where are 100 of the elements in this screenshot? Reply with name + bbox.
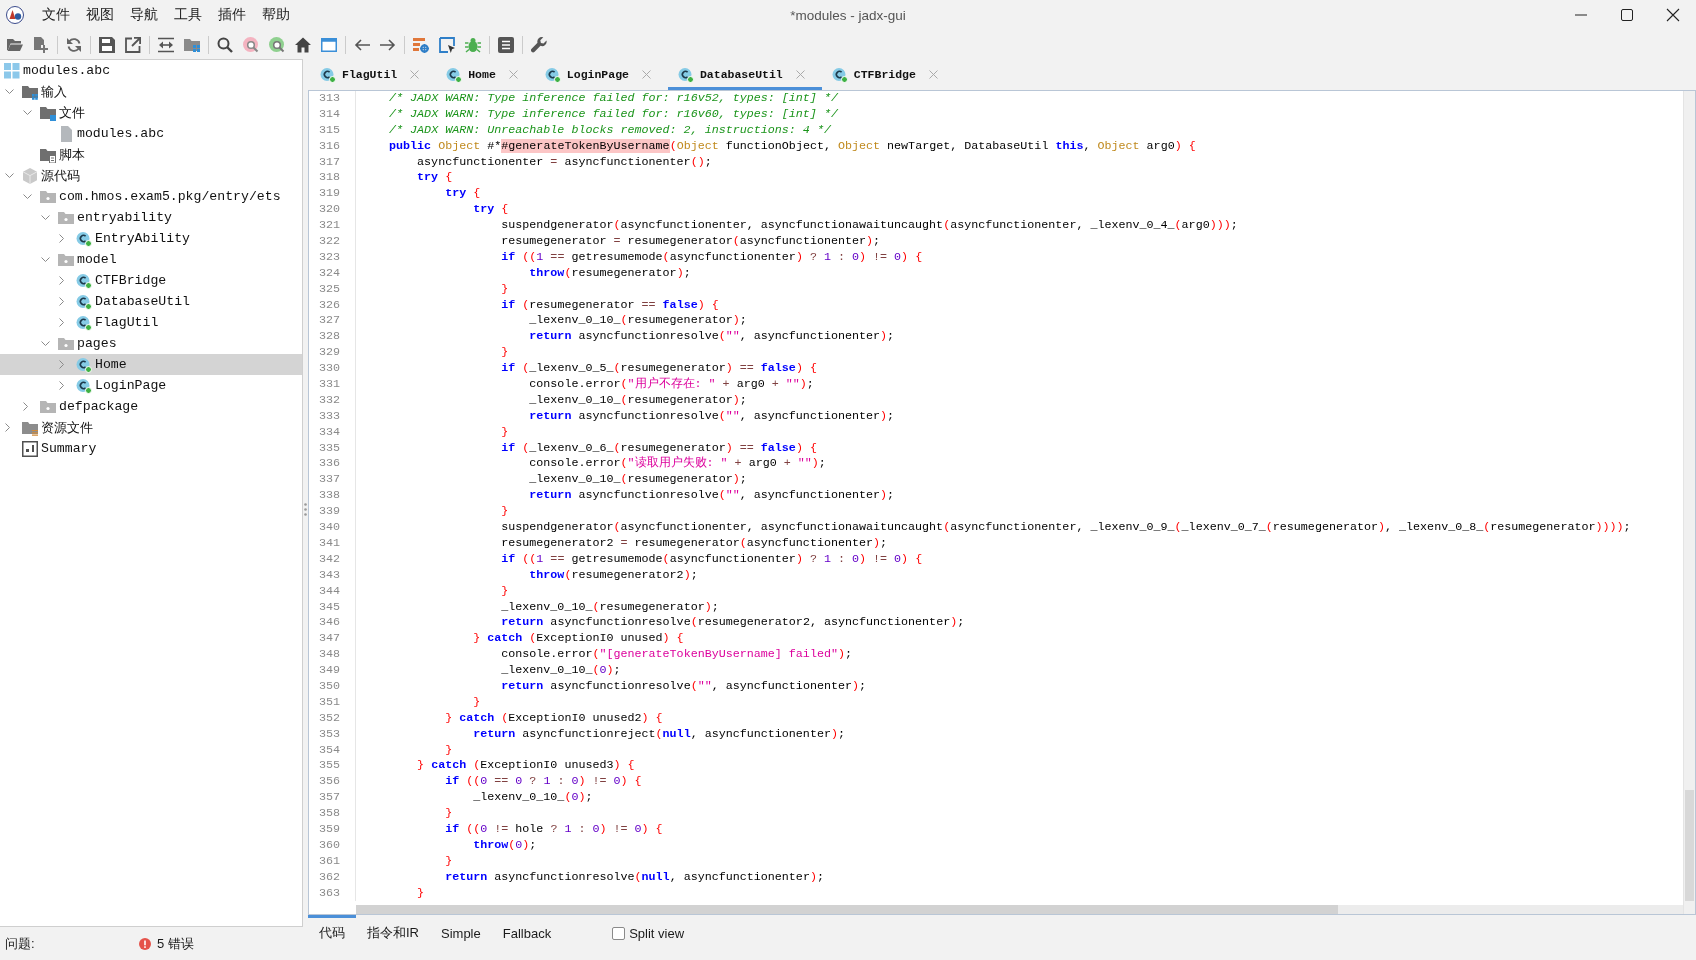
scrollbar-thumb[interactable]: [356, 905, 1338, 914]
view-tab[interactable]: Simple: [430, 915, 492, 951]
search-icon[interactable]: [217, 36, 233, 53]
tree-item[interactable]: modules.abc: [0, 60, 302, 81]
checkbox-label[interactable]: Split view: [629, 925, 685, 941]
arrow-left-icon[interactable]: [354, 36, 370, 53]
editor-tab[interactable]: DatabaseUtil: [667, 59, 822, 90]
line-number: 339: [318, 504, 340, 519]
wrench-icon[interactable]: [531, 36, 547, 53]
chevron-right-icon[interactable]: [59, 360, 64, 369]
vertical-scrollbar[interactable]: [1683, 91, 1695, 914]
chevron-right-icon[interactable]: [5, 423, 10, 432]
chevron-down-icon[interactable]: [41, 257, 50, 262]
code-line: return asyncfunctionresolve("", asyncfunctionenter);: [529, 329, 895, 346]
menu-item[interactable]: 插件: [210, 3, 254, 27]
line-number: 323: [318, 249, 340, 264]
editor-tab[interactable]: CTFBridge: [821, 59, 955, 90]
error-count[interactable]: 5 错误: [157, 934, 194, 953]
menu-item[interactable]: 帮助: [254, 3, 298, 27]
export-icon[interactable]: [125, 36, 141, 53]
tree-item[interactable]: CTFBridge: [0, 270, 302, 291]
folder-grid-icon[interactable]: [184, 36, 200, 53]
code-line: } catch (ExceptionI0 unused) {: [473, 631, 684, 648]
grip-icon[interactable]: [304, 503, 307, 516]
chevron-right-icon[interactable]: [23, 402, 28, 411]
tree-item[interactable]: defpackage: [0, 396, 302, 417]
window-icon[interactable]: [321, 36, 337, 53]
tree-item[interactable]: Summary: [0, 438, 302, 459]
scrollbar-thumb[interactable]: [1685, 790, 1694, 901]
folder-icon: [40, 188, 56, 205]
line-number: 329: [318, 345, 340, 360]
tree-item[interactable]: entryability: [0, 207, 302, 228]
chevron-down-icon[interactable]: [5, 173, 14, 178]
horizontal-scrollbar[interactable]: [356, 905, 1683, 914]
menu-item[interactable]: 文件: [34, 3, 78, 27]
menu-item[interactable]: 导航: [122, 3, 166, 27]
line-number: 324: [318, 265, 340, 280]
chevron-down-icon[interactable]: [23, 194, 32, 199]
gear-icon[interactable]: [413, 36, 429, 53]
tree-item[interactable]: EntryAbility: [0, 228, 302, 249]
folder-icon[interactable]: [7, 36, 23, 53]
chevron-down-icon[interactable]: [41, 215, 50, 220]
c-circle-icon: [76, 293, 92, 310]
line-number: 346: [318, 615, 340, 630]
editor-tab[interactable]: Home: [436, 59, 535, 90]
chevron-right-icon[interactable]: [59, 276, 64, 285]
view-tab[interactable]: Fallback: [491, 915, 563, 951]
width-arrows-icon[interactable]: [158, 36, 174, 53]
close-icon[interactable]: [1665, 7, 1681, 23]
code-line: }: [417, 885, 425, 902]
tree-item[interactable]: LoginPage: [0, 375, 302, 396]
cursor-frame-icon[interactable]: [439, 36, 455, 53]
editor-tab[interactable]: FlagUtil: [310, 59, 437, 90]
chevron-right-icon[interactable]: [59, 234, 64, 243]
tree-item[interactable]: modules.abc: [0, 123, 302, 144]
code-line: resumegenerator2 = resumegenerator(asyncfunctionenter);: [501, 535, 888, 552]
chevron-right-icon[interactable]: [59, 381, 64, 390]
line-number: 320: [318, 202, 340, 217]
save-icon[interactable]: [99, 36, 115, 53]
line-number: 314: [318, 106, 340, 121]
code-line: } catch (ExceptionI0 unused3) {: [417, 758, 635, 775]
error-icon: [139, 937, 151, 950]
tree-item[interactable]: DatabaseUtil: [0, 291, 302, 312]
menu-item[interactable]: 视图: [78, 3, 122, 27]
list-icon[interactable]: [498, 36, 514, 53]
checkbox[interactable]: [612, 926, 626, 940]
view-tab[interactable]: 代码: [308, 915, 356, 951]
tree-item[interactable]: 输入: [0, 81, 302, 102]
code-line: return asyncfunctionresolve(null, asyncfunctionenter);: [445, 869, 824, 886]
tree-item[interactable]: 资源文件: [0, 417, 302, 438]
circle-search-icon[interactable]: [243, 36, 259, 53]
maximize-icon[interactable]: [1619, 7, 1635, 23]
refresh-icon[interactable]: [66, 36, 82, 53]
home-icon[interactable]: [295, 36, 311, 53]
tree-item[interactable]: 源代码: [0, 165, 302, 186]
tree-item[interactable]: 脚本: [0, 144, 302, 165]
chevron-down-icon[interactable]: [23, 110, 32, 115]
chevron-right-icon[interactable]: [59, 318, 64, 327]
menu-item[interactable]: 工具: [166, 3, 210, 27]
chevron-down-icon[interactable]: [5, 89, 14, 94]
tree-item[interactable]: 文件: [0, 102, 302, 123]
tree-item[interactable]: model: [0, 249, 302, 270]
logo-icon[interactable]: [6, 6, 24, 24]
code-line: /* JADX WARN: Unreachable blocks removed: 2, instructions: 4 */: [389, 122, 831, 139]
tree-item[interactable]: Home: [0, 354, 302, 375]
arrow-right-icon[interactable]: [380, 36, 396, 53]
tree-item[interactable]: com.hmos.exam5.pkg/entry/ets: [0, 186, 302, 207]
code-line: }: [445, 853, 453, 870]
c-circle-icon: [76, 314, 92, 331]
chevron-down-icon[interactable]: [41, 341, 50, 346]
tree-item[interactable]: FlagUtil: [0, 312, 302, 333]
document-plus-icon[interactable]: [33, 36, 49, 53]
bug-icon[interactable]: [465, 36, 481, 53]
tree-item[interactable]: pages: [0, 333, 302, 354]
view-tab[interactable]: 指令和IR: [356, 915, 430, 951]
line-number: 321: [318, 218, 340, 233]
editor-tab[interactable]: LoginPage: [534, 59, 668, 90]
chevron-right-icon[interactable]: [59, 297, 64, 306]
circle-search-icon[interactable]: [269, 36, 285, 53]
line-number: 356: [318, 774, 340, 789]
